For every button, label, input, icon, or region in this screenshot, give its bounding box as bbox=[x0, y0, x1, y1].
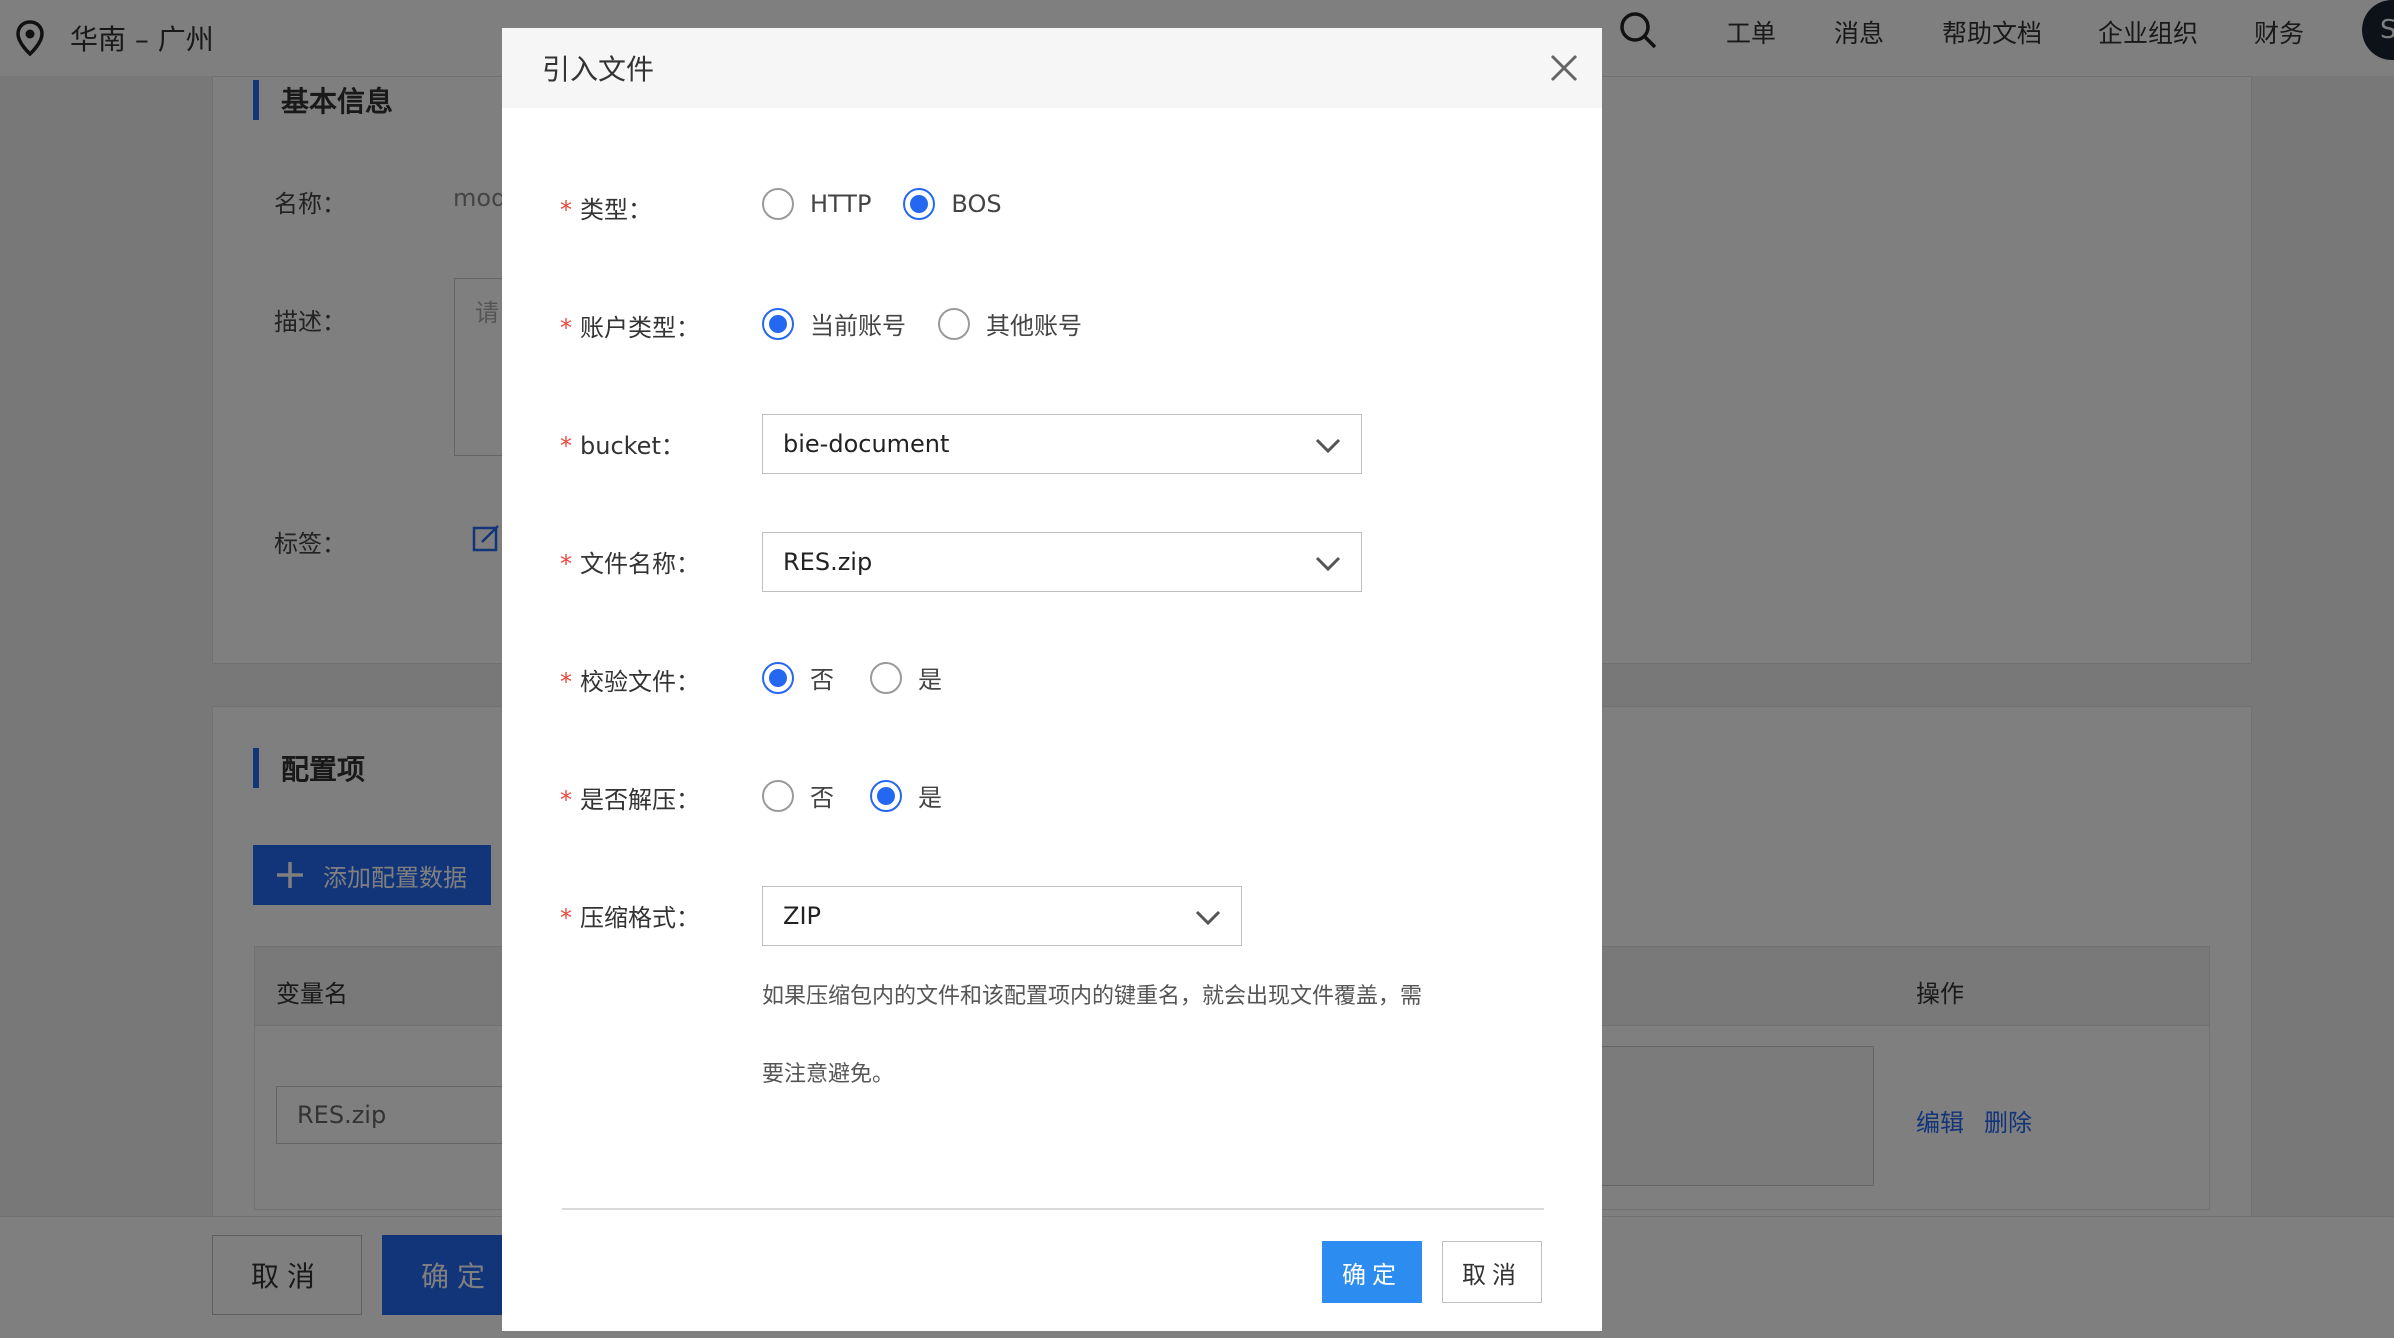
type-option-bos[interactable]: BOS bbox=[903, 188, 1002, 220]
overwrite-hint-line1: 如果压缩包内的文件和该配置项内的键重名，就会出现文件覆盖，需 bbox=[762, 984, 1423, 1009]
required-mark: * bbox=[560, 432, 572, 460]
chevron-down-icon bbox=[1315, 438, 1341, 454]
type-radio-group: HTTP BOS bbox=[762, 188, 1038, 220]
radio-bos[interactable] bbox=[903, 188, 936, 220]
bucket-label: * bucket： bbox=[560, 432, 685, 460]
required-mark: * bbox=[560, 786, 572, 814]
verify-option-no[interactable]: 否 bbox=[762, 660, 834, 695]
import-file-dialog: 引入文件 * 类型： HTTP BOS * 账户类型： 当前账号 其他账号 * buc… bbox=[502, 28, 1602, 1331]
chevron-down-icon bbox=[1195, 910, 1221, 926]
compress-format-select[interactable]: ZIP bbox=[762, 886, 1242, 946]
unzip-option-no[interactable]: 否 bbox=[762, 778, 834, 813]
dialog-ok-button[interactable]: 确定 bbox=[1322, 1241, 1422, 1303]
filename-select[interactable]: RES.zip bbox=[762, 532, 1362, 592]
chevron-down-icon bbox=[1315, 556, 1341, 572]
verify-radio-group: 否 是 bbox=[762, 660, 978, 695]
type-option-http[interactable]: HTTP bbox=[762, 188, 871, 220]
dialog-title: 引入文件 bbox=[542, 53, 655, 86]
radio-unzip-yes[interactable] bbox=[870, 779, 902, 812]
dialog-header: 引入文件 bbox=[502, 28, 1602, 108]
radio-unzip-no[interactable] bbox=[762, 779, 794, 812]
account-type-label: * 账户类型： bbox=[560, 314, 700, 342]
radio-current-account[interactable] bbox=[762, 307, 794, 340]
dialog-cancel-button[interactable]: 取消 bbox=[1442, 1241, 1542, 1303]
unzip-radio-group: 否 是 bbox=[762, 778, 978, 813]
radio-verify-yes[interactable] bbox=[870, 661, 902, 694]
required-mark: * bbox=[560, 668, 572, 696]
type-label: * 类型： bbox=[560, 196, 652, 224]
compress-format-value: ZIP bbox=[783, 902, 821, 930]
required-mark: * bbox=[560, 550, 572, 578]
close-icon[interactable] bbox=[1548, 52, 1580, 84]
dialog-divider bbox=[562, 1208, 1544, 1210]
verify-file-label: * 校验文件： bbox=[560, 668, 700, 696]
radio-verify-no[interactable] bbox=[762, 661, 794, 694]
account-option-other[interactable]: 其他账号 bbox=[938, 306, 1082, 341]
bucket-value: bie-document bbox=[783, 430, 950, 458]
required-mark: * bbox=[560, 196, 572, 224]
unzip-label: * 是否解压： bbox=[560, 786, 700, 814]
required-mark: * bbox=[560, 904, 572, 932]
required-mark: * bbox=[560, 314, 572, 342]
overwrite-hint-line2: 要注意避免。 bbox=[762, 1062, 895, 1087]
verify-option-yes[interactable]: 是 bbox=[870, 660, 942, 695]
bucket-select[interactable]: bie-document bbox=[762, 414, 1362, 474]
compress-format-label: * 压缩格式： bbox=[560, 904, 700, 932]
unzip-option-yes[interactable]: 是 bbox=[870, 778, 942, 813]
account-radio-group: 当前账号 其他账号 bbox=[762, 306, 1118, 341]
filename-label: * 文件名称： bbox=[560, 550, 700, 578]
radio-http[interactable] bbox=[762, 188, 794, 220]
account-option-current[interactable]: 当前账号 bbox=[762, 306, 906, 341]
filename-value: RES.zip bbox=[783, 548, 873, 576]
radio-other-account[interactable] bbox=[938, 307, 970, 340]
